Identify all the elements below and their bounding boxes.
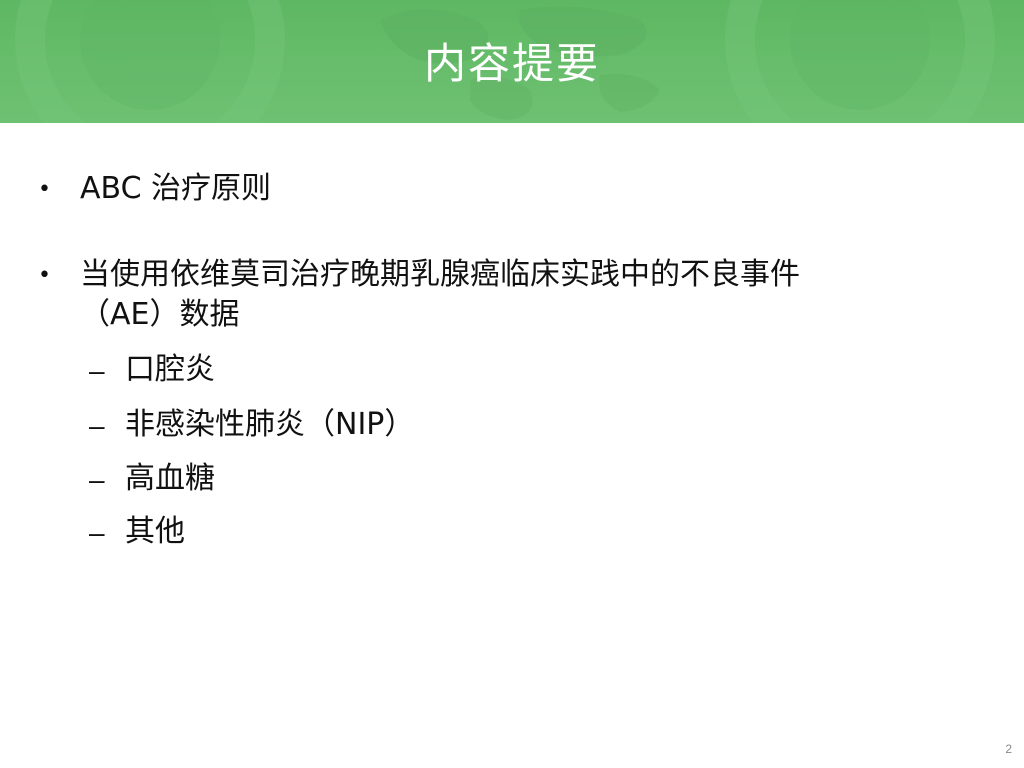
page-number: 2 bbox=[1005, 742, 1012, 756]
slide-content: • ABC 治疗原则 • 当使用依维莫司治疗晚期乳腺癌临床实践中的不良事件 （A… bbox=[0, 0, 1024, 768]
dash-icon: – bbox=[89, 355, 105, 386]
list-item-abc-principles: ABC 治疗原则 bbox=[80, 171, 272, 206]
dash-icon: – bbox=[89, 464, 105, 495]
slide: 内容提要 • ABC 治疗原则 • 当使用依维莫司治疗晚期乳腺癌临床实践中的不良… bbox=[0, 0, 1024, 768]
bullet-icon: • bbox=[38, 263, 51, 288]
dash-icon: – bbox=[89, 410, 105, 441]
bullet-icon: • bbox=[38, 177, 51, 202]
list-item-ae-data-line2: （AE）数据 bbox=[80, 297, 240, 332]
sub-item-nip: 非感染性肺炎（NIP） bbox=[125, 407, 415, 442]
sub-item-other: 其他 bbox=[125, 514, 185, 549]
sub-item-hyperglycemia: 高血糖 bbox=[125, 461, 215, 496]
sub-item-stomatitis: 口腔炎 bbox=[125, 352, 215, 387]
list-item-ae-data-line1: 当使用依维莫司治疗晚期乳腺癌临床实践中的不良事件 bbox=[80, 257, 800, 292]
dash-icon: – bbox=[89, 517, 105, 548]
